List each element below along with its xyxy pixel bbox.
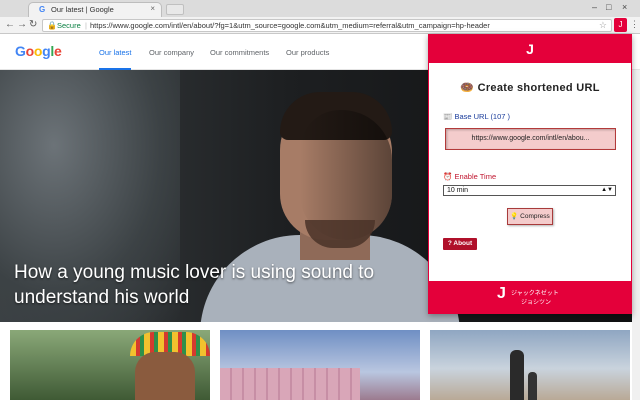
popup-title-text: Create shortened URL: [477, 82, 600, 94]
browser-tab[interactable]: G Our latest | Google ×: [28, 2, 162, 17]
select-arrows-icon: ▲▼: [601, 187, 613, 193]
close-window-icon[interactable]: ×: [622, 2, 627, 12]
browser-menu-icon[interactable]: ⋮: [630, 19, 639, 30]
nav-our-latest[interactable]: Our latest: [99, 48, 132, 57]
page-scrollbar[interactable]: [632, 70, 640, 400]
nav-our-commitments[interactable]: Our commitments: [210, 48, 269, 57]
new-tab-button[interactable]: [166, 4, 184, 15]
logo-letter: o: [25, 43, 35, 59]
extension-popup: J 🍩 Create shortened URL 📰 Base URL (107…: [428, 34, 632, 314]
tab-title: Our latest | Google: [51, 5, 114, 14]
enable-time-select[interactable]: 10 min ▲▼: [443, 185, 616, 196]
secure-label: Secure: [57, 21, 81, 30]
google-logo[interactable]: Google: [15, 43, 62, 59]
reload-icon[interactable]: ↻: [29, 19, 37, 31]
popup-header-logo: J: [429, 35, 631, 63]
maximize-icon[interactable]: □: [606, 2, 611, 12]
thumbnail-person: [135, 352, 195, 400]
enable-time-label-text: Enable Time: [454, 172, 497, 181]
forward-icon[interactable]: →: [17, 19, 27, 31]
browser-toolbar: ← → ↻ 🔒 Secure | https://www.google.com/…: [0, 17, 640, 34]
base-url-count: (107 ): [490, 112, 511, 121]
base-url-label-text: Base URL: [454, 112, 489, 121]
popup-footer: J ジャックネゼット ジョシツン: [429, 281, 631, 313]
thumbnail-building: [220, 368, 360, 400]
logo-letter: e: [53, 43, 62, 59]
story-thumbnail[interactable]: [10, 330, 210, 400]
footer-brand-line2: ジョシツン: [521, 300, 552, 306]
thumbnail-child: [528, 372, 537, 400]
popup-title: 🍩 Create shortened URL: [429, 81, 631, 94]
enable-time-value: 10 min: [447, 187, 469, 194]
address-bar[interactable]: 🔒 Secure | https://www.google.com/intl/e…: [42, 19, 612, 32]
enable-time-label: ⏰ Enable Time: [443, 172, 496, 181]
donut-icon: 🍩: [460, 82, 475, 94]
url-text[interactable]: https://www.google.com/intl/en/about/?fg…: [90, 20, 490, 31]
newspaper-icon: 📰: [443, 112, 453, 121]
back-icon[interactable]: ←: [5, 19, 15, 31]
hero-headline[interactable]: How a young music lover is using sound t…: [14, 260, 424, 310]
extension-toolbar-button[interactable]: J: [614, 18, 627, 32]
browser-tabstrip: G Our latest | Google × – □ ×: [0, 0, 640, 17]
base-url-field[interactable]: https://www.google.com/intl/en/abou...: [445, 128, 616, 150]
nav-our-company[interactable]: Our company: [149, 48, 194, 57]
logo-letter: G: [15, 43, 26, 59]
lightbulb-icon: 💡: [510, 213, 519, 220]
footer-brand-line1: ジャックネゼット: [511, 291, 559, 297]
address-separator: |: [85, 21, 87, 30]
story-thumbnail[interactable]: [430, 330, 630, 400]
tab-close-icon[interactable]: ×: [150, 4, 155, 13]
thumbnail-person: [510, 350, 524, 400]
google-favicon-icon: G: [39, 5, 46, 14]
logo-letter: o: [33, 43, 43, 59]
nav-our-products[interactable]: Our products: [286, 48, 329, 57]
minimize-icon[interactable]: –: [592, 2, 597, 12]
bookmark-star-icon[interactable]: ☆: [599, 20, 607, 31]
compress-label: Compress: [520, 213, 550, 220]
alarm-clock-icon: ⏰: [443, 172, 453, 181]
about-button[interactable]: ? About: [443, 238, 477, 250]
footer-logo: J: [497, 285, 506, 302]
lock-icon: 🔒: [47, 21, 57, 30]
story-thumbnail[interactable]: [220, 330, 420, 400]
compress-button[interactable]: 💡 Compress: [507, 208, 553, 225]
base-url-label: 📰 Base URL (107 ): [443, 112, 510, 121]
